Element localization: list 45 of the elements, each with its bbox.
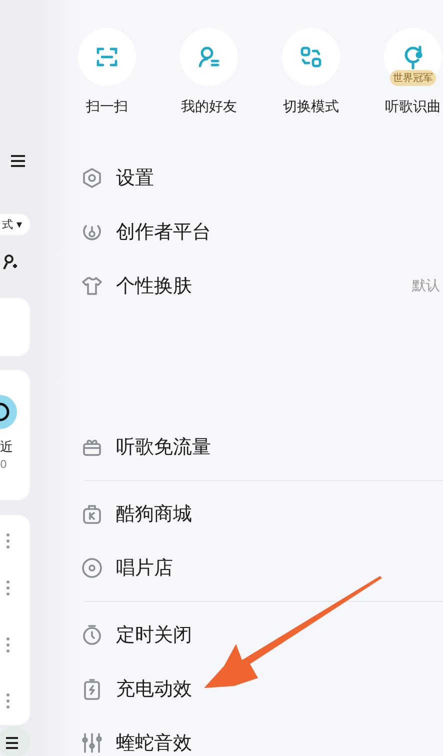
menu-item[interactable]: 唱片店: [81, 541, 440, 595]
timer-icon: [81, 624, 103, 646]
menu-item[interactable]: 创作者平台: [81, 205, 440, 259]
equalizer-icon: [81, 732, 103, 754]
menu-item[interactable]: 定时关闭: [81, 608, 440, 662]
menu-value: 默认: [412, 277, 440, 295]
scan-icon: [95, 45, 119, 69]
shortcut-label: 扫一扫: [86, 98, 128, 116]
shirt-icon: [81, 275, 103, 297]
battery-icon: [81, 678, 103, 700]
shortcut-label: 听歌识曲: [385, 98, 441, 116]
recent-count: 0: [0, 458, 7, 471]
mode-dropdown[interactable]: 式 ▾: [0, 214, 30, 235]
list-icon[interactable]: [0, 726, 32, 756]
more-icon[interactable]: [6, 637, 10, 653]
menu-item[interactable]: 充电动效: [81, 662, 440, 716]
menu-label: 个性换肤: [116, 274, 192, 299]
menu-label: 听歌免流量: [116, 435, 211, 460]
menu-label: 定时关闭: [116, 623, 192, 648]
menu-icon[interactable]: [11, 155, 25, 167]
shortcut-label: 切换模式: [283, 98, 339, 116]
menu-label: 创作者平台: [116, 220, 211, 245]
badge: 世界冠军: [390, 70, 436, 86]
menu-item[interactable]: 听歌免流量: [81, 420, 440, 474]
shortcut-button[interactable]: 世界冠军: [384, 28, 442, 86]
menu-label: 酷狗商城: [116, 502, 192, 527]
more-icon[interactable]: [6, 693, 10, 709]
recent-label: 近: [0, 439, 13, 456]
gear-icon: [81, 167, 103, 189]
add-friend-icon[interactable]: [2, 254, 18, 270]
menu-item[interactable]: 设置: [81, 151, 440, 205]
shortcut-label: 我的好友: [181, 98, 237, 116]
menu-label: 唱片店: [116, 556, 173, 581]
more-icon[interactable]: [6, 533, 10, 549]
more-icon[interactable]: [6, 580, 10, 596]
disc-icon: [81, 557, 103, 579]
menu-item[interactable]: 蝰蛇音效: [81, 716, 440, 756]
menu-item[interactable]: 酷狗商城: [81, 487, 440, 541]
menu-item[interactable]: 个性换肤 默认: [81, 259, 440, 313]
menu-label: 蝰蛇音效: [116, 731, 192, 756]
menu-label: 充电动效: [116, 677, 192, 702]
shop-bag-icon: [81, 503, 103, 525]
switch-icon: [299, 45, 323, 69]
menu-label: 设置: [116, 166, 154, 191]
friends-icon: [197, 45, 221, 69]
